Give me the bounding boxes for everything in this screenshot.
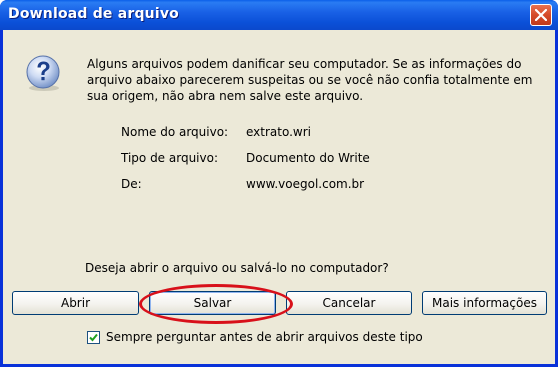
source-label: De:	[121, 177, 142, 191]
close-icon	[535, 9, 547, 21]
dialog-body: Alguns arquivos podem danificar seu comp…	[3, 30, 555, 364]
file-name-label: Nome do arquivo:	[121, 125, 229, 139]
file-type-label: Tipo de arquivo:	[121, 151, 219, 165]
save-button[interactable]: Salvar	[149, 291, 276, 315]
always-ask-label[interactable]: Sempre perguntar antes de abrir arquivos…	[106, 330, 423, 344]
title-bar[interactable]: Download de arquivo	[0, 0, 558, 30]
more-info-button[interactable]: Mais informações	[422, 291, 547, 315]
always-ask-checkbox[interactable]	[87, 331, 100, 344]
window-title: Download de arquivo	[8, 6, 179, 22]
file-name-value: extrato.wri	[246, 125, 311, 139]
checkmark-icon	[89, 333, 98, 342]
dialog-window: Download de arquivo Alguns arquivos pode…	[0, 0, 558, 367]
cancel-button[interactable]: Cancelar	[286, 291, 412, 315]
close-button[interactable]	[530, 4, 552, 26]
file-type-value: Documento do Write	[246, 151, 370, 165]
source-value: www.voegol.com.br	[246, 177, 365, 191]
open-button[interactable]: Abrir	[12, 291, 139, 315]
question-mark-icon	[26, 55, 60, 91]
question-text: Deseja abrir o arquivo ou salvá-lo no co…	[85, 261, 389, 275]
warning-text: Alguns arquivos podem danificar seu comp…	[87, 57, 533, 103]
